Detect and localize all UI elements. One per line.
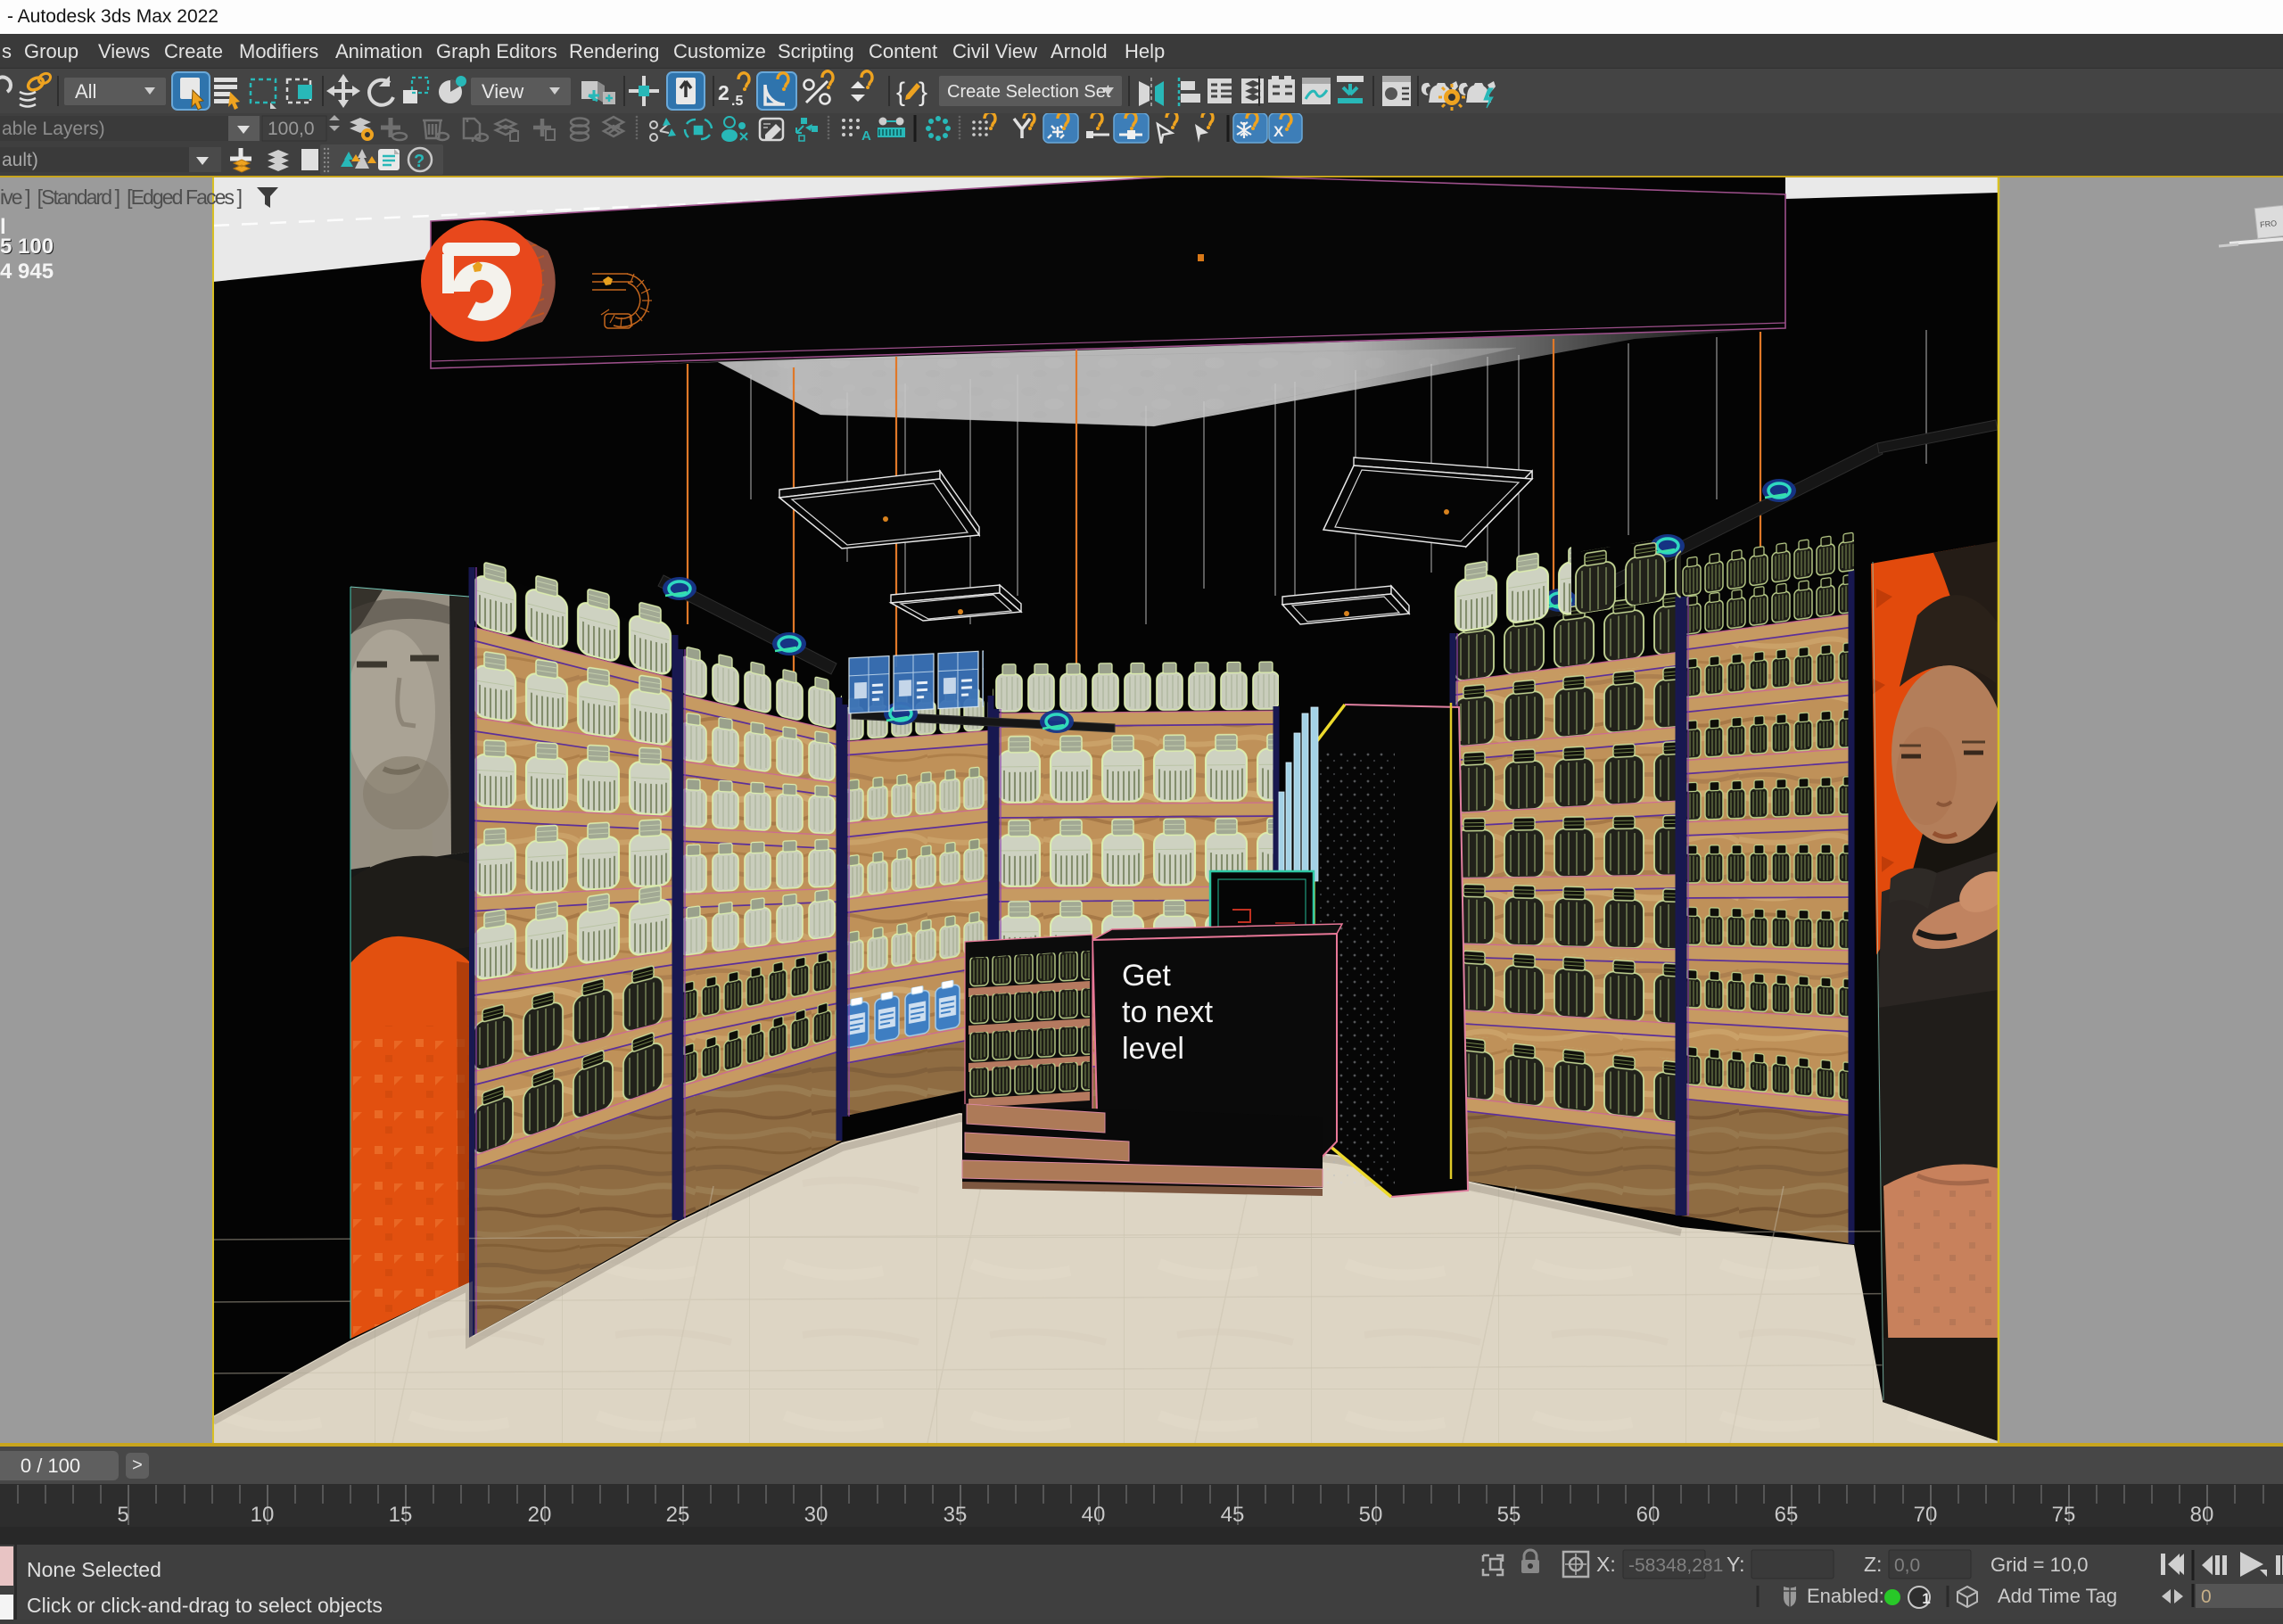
svg-text:5: 5 [117,1503,128,1527]
svg-text:30: 30 [804,1503,828,1527]
svg-text:70: 70 [1914,1503,1938,1527]
svg-text:4 945: 4 945 [0,260,54,284]
svg-text:View: View [482,80,523,103]
svg-text:80: 80 [2190,1503,2214,1527]
svg-text:100,0: 100,0 [268,119,315,139]
svg-text:}: } [919,78,927,107]
svg-text:All: All [75,80,96,103]
svg-text:.5: .5 [731,94,743,109]
svg-text:20: 20 [528,1503,552,1527]
svg-text:25: 25 [666,1503,690,1527]
svg-text:Enabled:: Enabled: [1807,1585,1884,1607]
svg-text:?: ? [414,152,424,171]
svg-text:Create Selection Set: Create Selection Set [947,82,1111,102]
svg-text:Add Time Tag: Add Time Tag [1998,1585,2117,1607]
svg-text:75: 75 [2052,1503,2076,1527]
svg-text:X: X [1273,123,1284,140]
svg-text:able Layers): able Layers) [2,119,105,139]
svg-text:A: A [861,128,871,144]
svg-text:5 100: 5 100 [0,235,54,259]
svg-text:65: 65 [1775,1503,1799,1527]
svg-text:ive ] [Standard ] [Edged Fac: ive ] [Standard ] [Edged Faces ] [0,185,243,209]
svg-text:level: level [1122,1032,1184,1066]
svg-text:to next: to next [1122,995,1214,1029]
svg-text:40: 40 [1082,1503,1106,1527]
svg-text:-58348,281: -58348,281 [1628,1555,1723,1576]
svg-text:ault): ault) [2,150,38,170]
svg-text:10: 10 [251,1503,275,1527]
svg-text:15: 15 [389,1503,413,1527]
svg-text:Y:: Y: [1727,1553,1744,1576]
svg-text:0,0: 0,0 [1894,1555,1920,1576]
svg-text:Z:: Z: [1864,1553,1882,1576]
svg-text:60: 60 [1636,1503,1661,1527]
svg-text:Grid = 10,0: Grid = 10,0 [1990,1554,2088,1576]
svg-text:35: 35 [944,1503,968,1527]
svg-text:FRO: FRO [2260,218,2278,229]
svg-text:1: 1 [1922,1590,1930,1607]
svg-text:0: 0 [2201,1587,2212,1607]
svg-text:Get: Get [1122,959,1171,993]
svg-text:{: { [896,78,905,107]
svg-text:55: 55 [1497,1503,1521,1527]
svg-text:2: 2 [718,81,729,104]
svg-text:50: 50 [1359,1503,1383,1527]
svg-text:45: 45 [1221,1503,1245,1527]
svg-text:X:: X: [1596,1553,1616,1576]
